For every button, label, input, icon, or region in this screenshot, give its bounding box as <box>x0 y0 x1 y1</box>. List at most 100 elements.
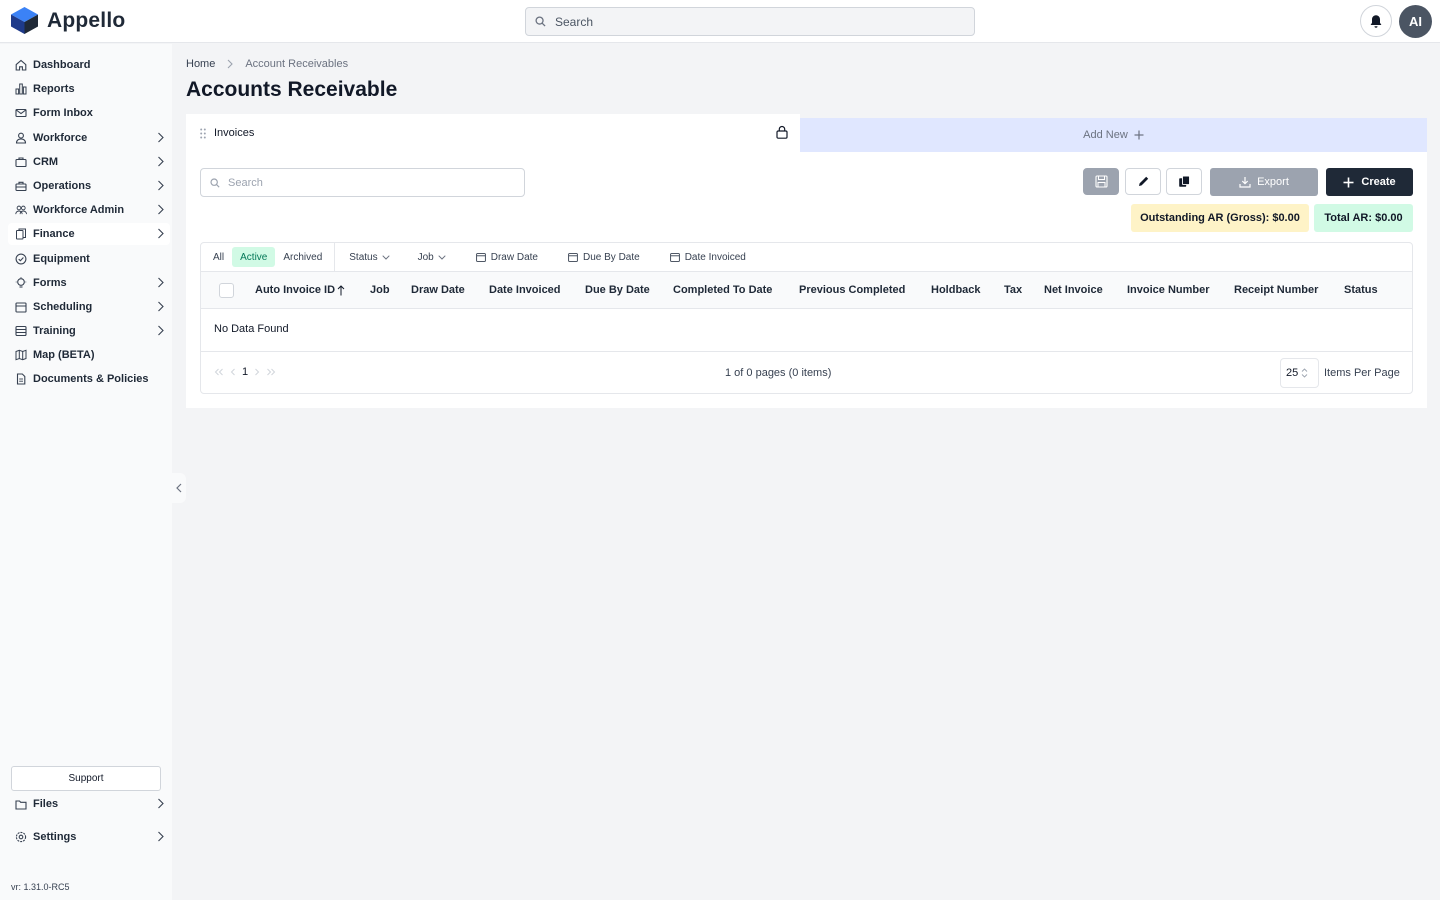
sidebar-item-operations[interactable]: Operations <box>8 175 170 197</box>
gear-icon <box>15 831 27 843</box>
column-header-tax[interactable]: Tax <box>1004 284 1022 296</box>
sidebar-item-documents-policies[interactable]: Documents & Policies <box>8 368 170 390</box>
column-header-completed-to-date[interactable]: Completed To Date <box>673 284 772 296</box>
chevron-right-icon <box>157 301 164 312</box>
sidebar-collapse-toggle[interactable] <box>172 473 186 503</box>
column-header-label: Auto Invoice ID <box>255 284 336 296</box>
sidebar-item-settings[interactable]: Settings <box>8 826 170 848</box>
chevron-left-icon <box>176 483 182 493</box>
calendar-icon <box>475 252 486 262</box>
sidebar-item-dashboard[interactable]: Dashboard <box>8 54 170 76</box>
job-filter-label: Job <box>417 251 434 263</box>
sidebar-item-label: Documents & Policies <box>33 373 149 386</box>
first-page-icon[interactable] <box>214 368 224 376</box>
view-tabs: Invoices Add New <box>186 114 1427 152</box>
date-invoiced-filter[interactable]: Date Invoiced <box>656 252 760 263</box>
draw-date-filter[interactable]: Draw Date <box>462 252 552 263</box>
sidebar-item-form-inbox[interactable]: Form Inbox <box>8 102 170 124</box>
breadcrumb-current: Account Receivables <box>245 58 349 70</box>
column-header-holdback[interactable]: Holdback <box>931 284 981 296</box>
sidebar-item-label: CRM <box>33 155 59 168</box>
sidebar-item-reports[interactable]: Reports <box>8 78 170 100</box>
drag-handle-icon[interactable] <box>200 128 206 139</box>
sidebar-item-workforce-admin[interactable]: Workforce Admin <box>8 199 170 221</box>
chevron-right-icon <box>227 59 234 69</box>
sidebar-item-label: Operations <box>33 179 92 192</box>
chevron-right-icon <box>157 180 164 191</box>
draw-date-filter-label: Draw Date <box>490 251 538 263</box>
download-icon <box>1239 176 1251 188</box>
create-button[interactable]: Create <box>1326 168 1413 196</box>
total-ar-badge: Total AR: $0.00 <box>1314 204 1413 232</box>
previous-page-icon[interactable] <box>230 368 236 376</box>
select-all-checkbox[interactable] <box>219 283 234 298</box>
duplicate-view-button[interactable] <box>1166 168 1202 195</box>
add-new-label: Add New <box>1083 129 1128 141</box>
column-header-date-invoiced[interactable]: Date Invoiced <box>489 284 561 296</box>
tab-label: Invoices <box>214 127 255 139</box>
filter-archived[interactable]: Archived <box>275 247 330 267</box>
sidebar-item-map-beta[interactable]: Map (BETA) <box>8 344 170 366</box>
page-size-value: 25 <box>1286 367 1299 379</box>
search-icon <box>210 177 220 188</box>
tab-invoices[interactable]: Invoices <box>186 114 800 152</box>
sidebar-item-label: Files <box>33 798 59 810</box>
lock-icon[interactable] <box>776 125 788 139</box>
column-header-status[interactable]: Status <box>1344 284 1378 296</box>
app-logo[interactable]: Appello <box>10 6 125 35</box>
column-header-previous-completed[interactable]: Previous Completed <box>799 284 905 296</box>
sidebar-item-label: Workforce <box>33 131 88 144</box>
save-icon <box>1094 175 1108 188</box>
pencil-icon <box>1137 175 1150 188</box>
sidebar-item-forms[interactable]: Forms <box>8 272 170 294</box>
sort-ascending-icon <box>337 284 345 296</box>
column-header-job[interactable]: Job <box>370 284 390 296</box>
table-search-input[interactable]: Search <box>200 168 525 197</box>
check-circle-icon <box>15 253 27 265</box>
sidebar-item-label: Training <box>33 325 76 338</box>
sidebar-item-training[interactable]: Training <box>8 320 170 342</box>
current-page-number[interactable]: 1 <box>242 366 248 378</box>
next-page-icon[interactable] <box>254 368 260 376</box>
sidebar-item-scheduling[interactable]: Scheduling <box>8 296 170 318</box>
export-label: Export <box>1257 176 1289 188</box>
last-page-icon[interactable] <box>266 368 276 376</box>
column-header-receipt-number[interactable]: Receipt Number <box>1234 284 1318 296</box>
column-header-due-by-date[interactable]: Due By Date <box>585 284 650 296</box>
sidebar-item-finance[interactable]: Finance <box>8 223 170 246</box>
invoices-panel: Search Export Create Outstanding AR (Gro… <box>186 152 1427 408</box>
search-placeholder: Search <box>555 14 594 29</box>
user-avatar[interactable]: AI <box>1399 5 1432 38</box>
edit-view-button[interactable] <box>1125 168 1161 195</box>
filter-active[interactable]: Active <box>232 247 276 267</box>
column-header-net-invoice[interactable]: Net Invoice <box>1044 284 1103 296</box>
date-invoiced-filter-label: Date Invoiced <box>684 251 746 263</box>
sidebar-item-label: Forms <box>33 276 67 289</box>
chevron-down-icon <box>381 254 390 260</box>
sidebar-item-files[interactable]: Files <box>8 793 170 815</box>
breadcrumb-home-link[interactable]: Home <box>186 58 215 70</box>
status-filter-dropdown[interactable]: Status <box>341 252 397 263</box>
column-header-invoice-number[interactable]: Invoice Number <box>1127 284 1210 296</box>
notifications-button[interactable] <box>1360 5 1392 37</box>
bar-chart-icon <box>15 83 27 95</box>
global-search-input[interactable]: Search <box>525 7 975 36</box>
add-new-tab-button[interactable]: Add New <box>800 118 1427 152</box>
page-size-select[interactable]: 25 <box>1280 358 1319 388</box>
sidebar-item-crm[interactable]: CRM <box>8 151 170 173</box>
save-view-button[interactable] <box>1083 168 1119 195</box>
due-by-date-filter[interactable]: Due By Date <box>554 252 654 263</box>
chevron-right-icon <box>157 204 164 215</box>
column-header-draw-date[interactable]: Draw Date <box>411 284 465 296</box>
support-button[interactable]: Support <box>11 766 161 791</box>
job-filter-dropdown[interactable]: Job <box>410 252 454 263</box>
export-button[interactable]: Export <box>1210 168 1318 196</box>
filter-all[interactable]: All <box>205 247 232 267</box>
column-header-auto-invoice-id[interactable]: Auto Invoice ID <box>255 284 345 296</box>
up-down-chevron-icon <box>1301 368 1308 378</box>
chevron-right-icon <box>157 325 164 336</box>
chevron-right-icon <box>157 228 164 239</box>
training-icon <box>15 325 27 337</box>
sidebar-item-workforce[interactable]: Workforce <box>8 127 170 149</box>
sidebar-item-equipment[interactable]: Equipment <box>8 248 170 270</box>
